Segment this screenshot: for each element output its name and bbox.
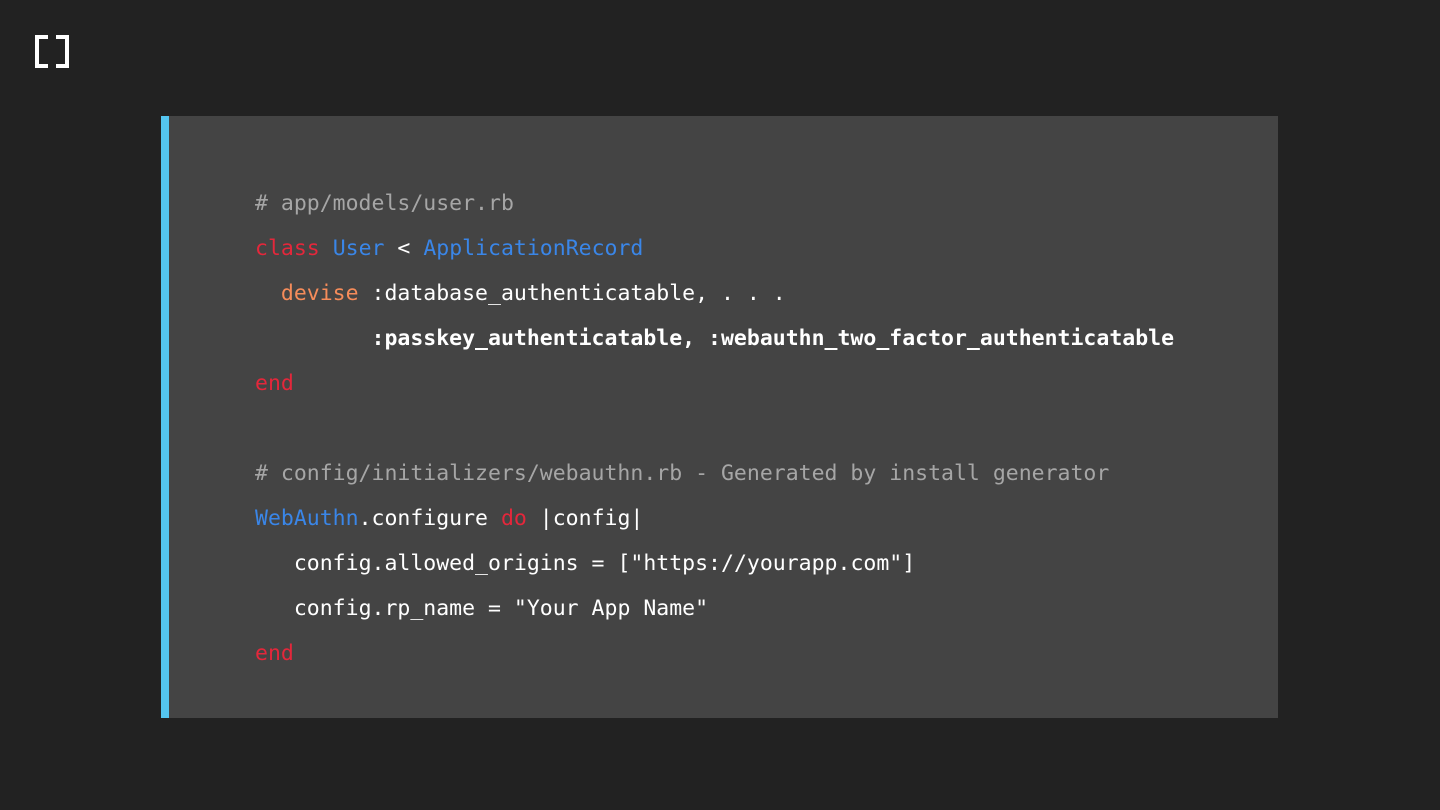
code-parent-class: ApplicationRecord bbox=[423, 236, 644, 261]
code-statement: config.allowed_origins = ["https://youra… bbox=[293, 551, 916, 576]
code-block: # app/models/user.rb class User < Applica… bbox=[161, 116, 1278, 718]
code-line: end bbox=[255, 631, 1174, 676]
code-line: # app/models/user.rb bbox=[255, 181, 1174, 226]
code-class-name: WebAuthn bbox=[255, 506, 359, 531]
code-line: config.allowed_origins = ["https://youra… bbox=[255, 541, 1174, 586]
code-line: devise :database_authenticatable, . . . bbox=[255, 271, 1174, 316]
code-keyword: end bbox=[255, 641, 294, 666]
code-keyword: class bbox=[255, 236, 320, 261]
code-method: devise bbox=[280, 281, 359, 306]
code-comment: # app/models/user.rb bbox=[255, 191, 514, 216]
code-operator: < bbox=[384, 236, 424, 261]
code-class-name: User bbox=[332, 236, 385, 261]
code-line: config.rp_name = "Your App Name" bbox=[255, 586, 1174, 631]
code-keyword: end bbox=[255, 371, 294, 396]
code-line: :passkey_authenticatable, :webauthn_two_… bbox=[255, 316, 1175, 361]
code-line: end bbox=[255, 361, 1174, 406]
code-method-call: .configure bbox=[358, 506, 501, 531]
code-args-highlighted: :passkey_authenticatable, :webauthn_two_… bbox=[371, 326, 1175, 351]
code-line: WebAuthn.configure do |config| bbox=[255, 496, 1174, 541]
code-args: :database_authenticatable, . . . bbox=[358, 281, 786, 306]
code-keyword: do bbox=[500, 506, 527, 531]
bracket-logo-icon bbox=[35, 35, 69, 68]
code-block-param: |config| bbox=[526, 506, 644, 531]
code-text: # app/models/user.rb class User < Applica… bbox=[255, 181, 1174, 676]
code-line: # config/initializers/webauthn.rb - Gene… bbox=[255, 451, 1174, 496]
code-statement: config.rp_name = "Your App Name" bbox=[293, 596, 709, 621]
code-comment: # config/initializers/webauthn.rb - Gene… bbox=[255, 461, 1110, 486]
code-line: class User < ApplicationRecord bbox=[255, 226, 1174, 271]
